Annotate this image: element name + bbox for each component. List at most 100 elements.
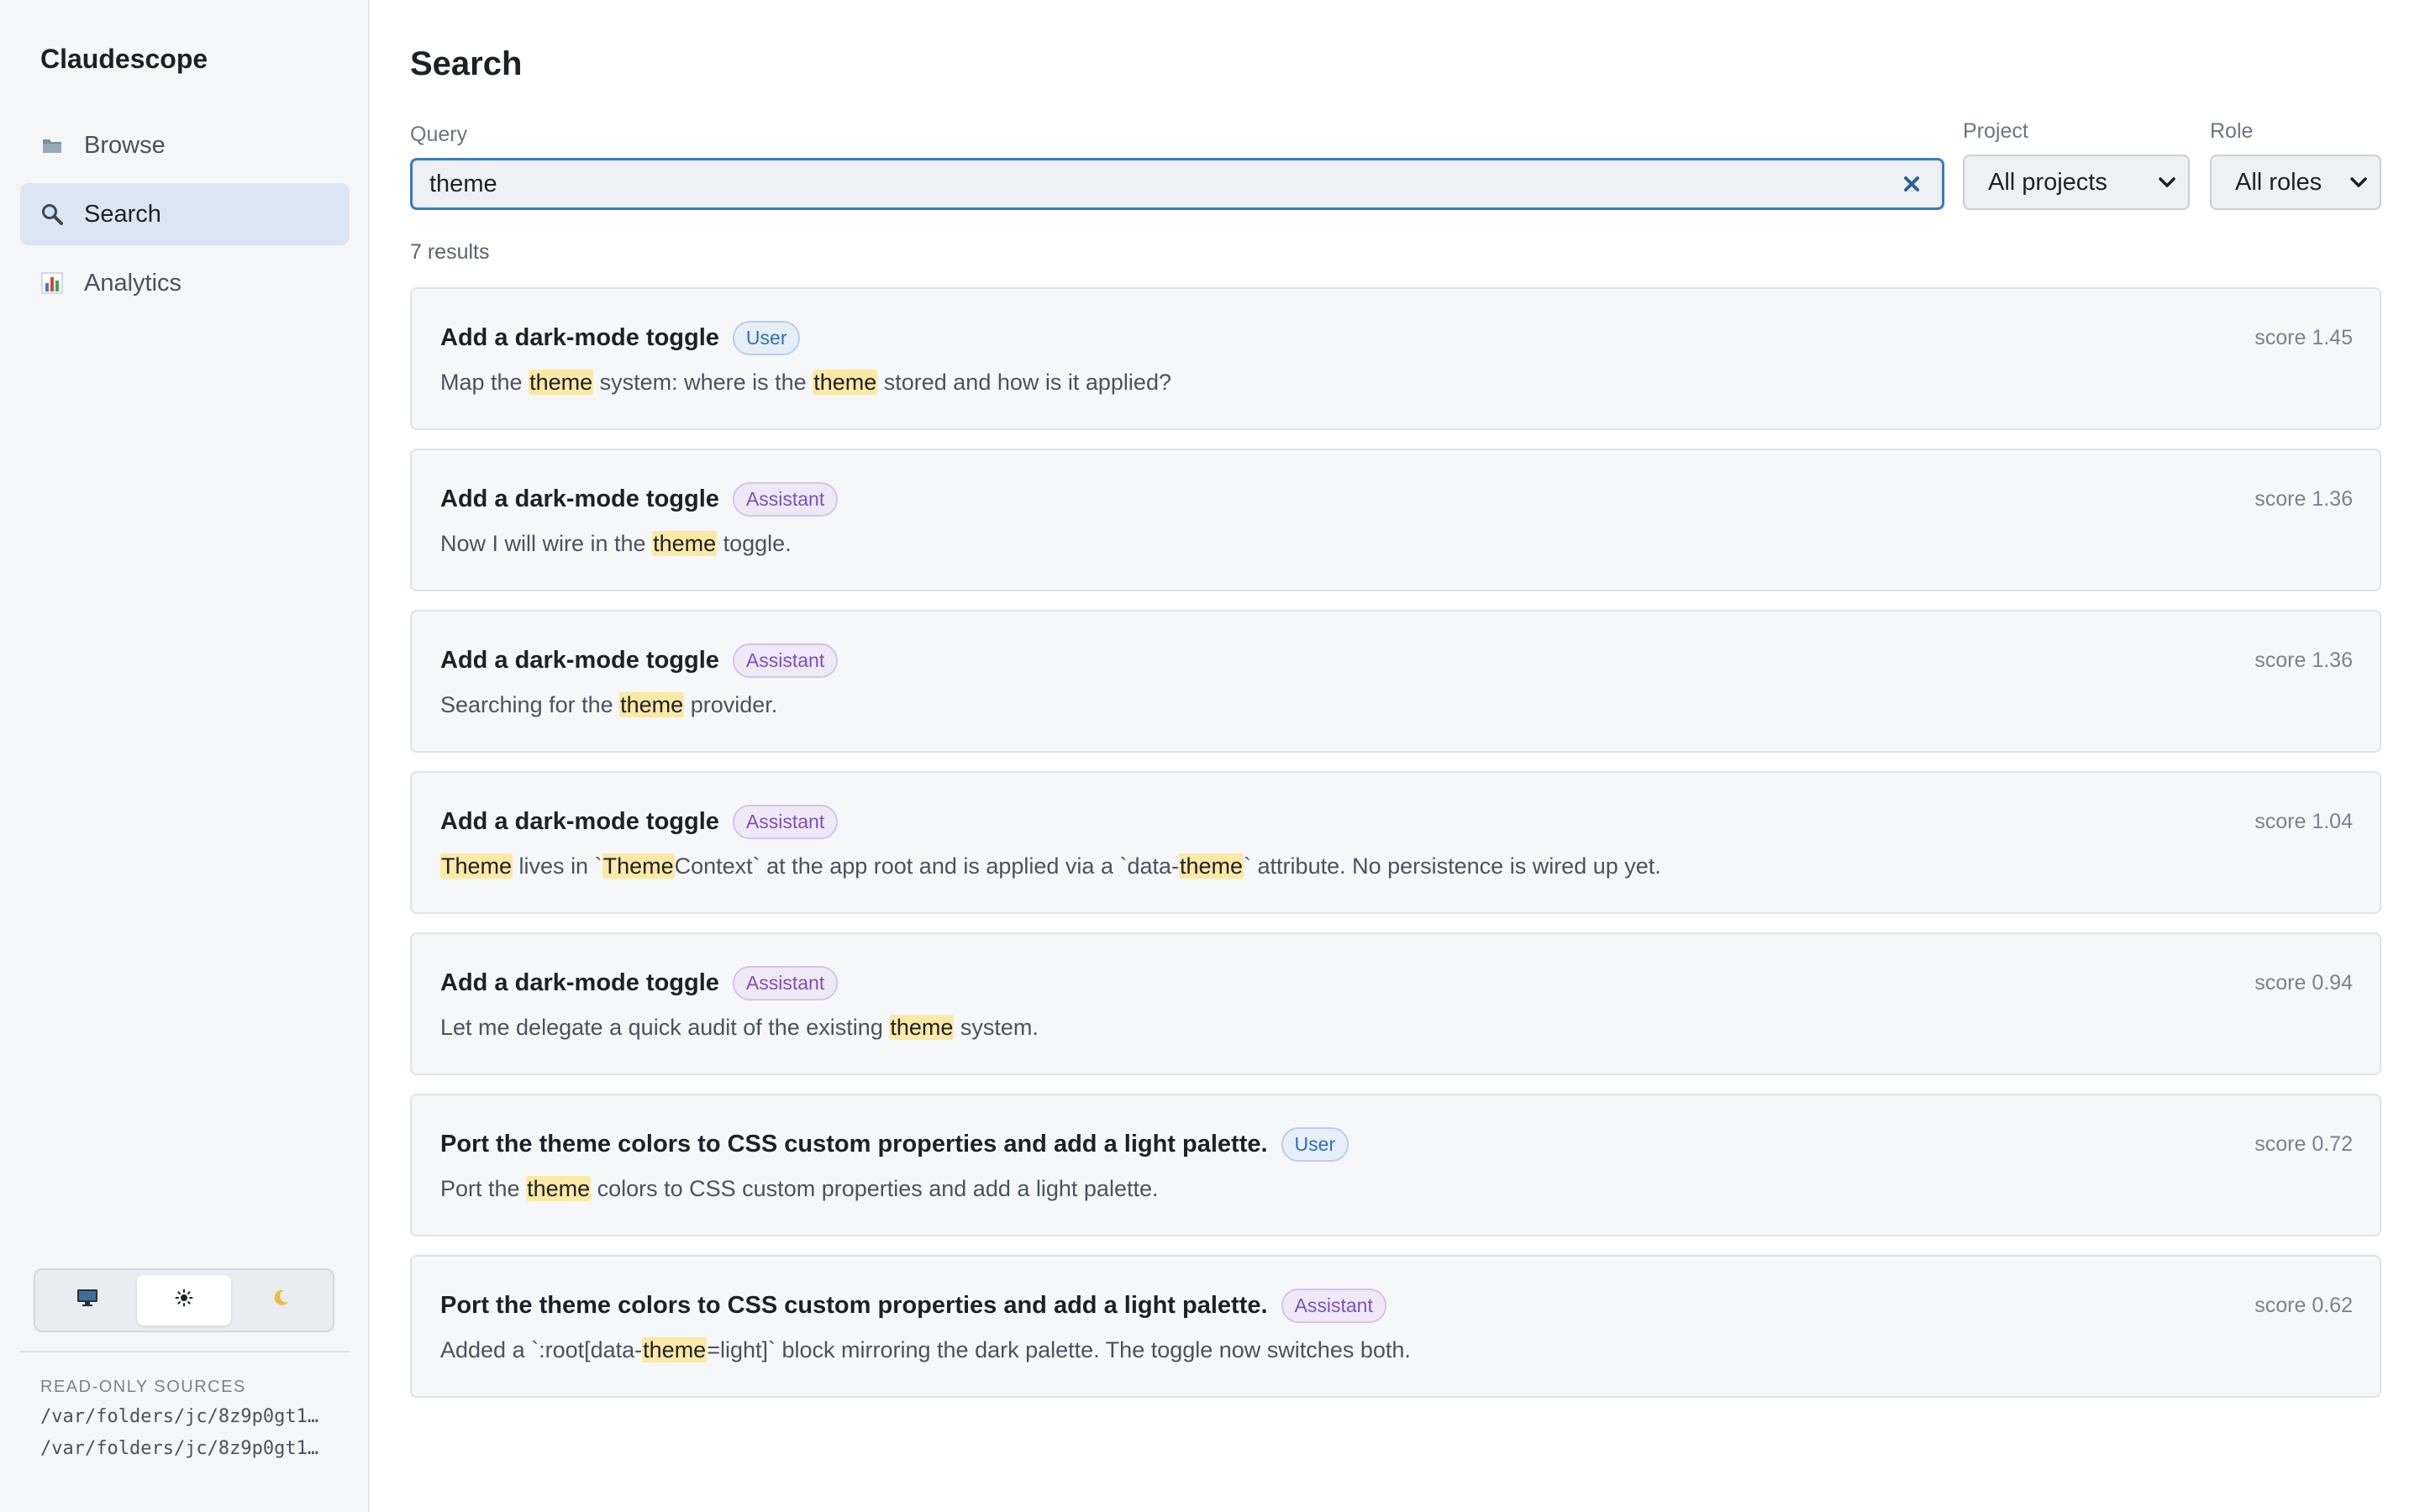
match-highlight: theme	[652, 531, 718, 556]
role-badge: Assistant	[732, 804, 839, 839]
match-highlight: theme	[889, 1015, 955, 1040]
snippet-text: lives in `	[513, 853, 602, 879]
theme-switcher	[34, 1268, 334, 1332]
snippet-text: toggle.	[717, 531, 792, 556]
result-header: Add a dark-mode toggle Assistant	[440, 481, 2353, 517]
snippet-text: Map the	[440, 370, 529, 395]
query-field	[410, 158, 1944, 210]
theme-light-button[interactable]	[137, 1275, 231, 1326]
snippet-text: Context` at the app root and is applied …	[674, 853, 1179, 879]
snippet-text: stored and how is it applied?	[877, 370, 1171, 395]
snippet-text: Port the	[440, 1176, 527, 1201]
monitor-icon	[76, 1289, 98, 1313]
result-card[interactable]: Add a dark-mode toggle Assistant score 1.3…	[410, 449, 2381, 591]
result-header: Add a dark-mode toggle Assistant	[440, 643, 2353, 678]
page-title: Search	[410, 45, 523, 82]
source-path: /var/folders/jc/8z9p0gt1…	[40, 1438, 319, 1459]
role-badge: Assistant	[1281, 1288, 1386, 1323]
role-select-value: All roles	[2235, 168, 2323, 196]
role-badge: User	[1281, 1126, 1349, 1162]
result-title: Add a dark-mode toggle	[440, 969, 719, 996]
sidebar-item-search[interactable]: Search	[20, 183, 350, 245]
result-score: score 0.72	[2254, 1132, 2353, 1156]
chevron-down-icon	[2159, 177, 2175, 187]
snippet-text: system: where is the	[593, 370, 813, 395]
results-count: 7 results	[410, 240, 490, 264]
result-score: score 1.45	[2254, 326, 2353, 349]
result-header: Add a dark-mode toggle User	[440, 320, 2353, 355]
main-content: Search Query Project All projects Role A…	[370, 0, 2420, 1512]
sidebar: Claudescope Browse Search Analytics READ…	[0, 0, 370, 1512]
snippet-text: Searching for the	[440, 692, 620, 717]
sidebar-item-analytics[interactable]: Analytics	[20, 252, 350, 314]
project-select[interactable]: All projects	[1963, 155, 2190, 210]
role-badge: Assistant	[732, 965, 839, 1000]
result-card[interactable]: Port the theme colors to CSS custom prop…	[410, 1255, 2381, 1398]
result-score: score 1.36	[2254, 487, 2353, 511]
search-icon	[40, 202, 64, 226]
result-score: score 0.94	[2254, 971, 2353, 995]
snippet-text: Now I will wire in the	[440, 531, 653, 556]
match-highlight: theme	[619, 692, 685, 717]
snippet-text: =light]` block mirroring the dark palett…	[707, 1337, 1411, 1362]
app-title: Claudescope	[40, 44, 208, 74]
match-highlight: theme	[1179, 853, 1244, 879]
sidebar-item-label: Search	[84, 200, 161, 228]
result-snippet: Theme lives in `ThemeContext` at the app…	[440, 853, 2353, 879]
result-snippet: Searching for the theme provider.	[440, 692, 2353, 718]
result-title: Add a dark-mode toggle	[440, 323, 719, 351]
role-badge: Assistant	[732, 481, 839, 517]
result-snippet: Now I will wire in the theme toggle.	[440, 531, 2353, 557]
result-card[interactable]: Port the theme colors to CSS custom prop…	[410, 1094, 2381, 1236]
result-title: Add a dark-mode toggle	[440, 646, 719, 674]
result-score: score 0.62	[2254, 1294, 2353, 1317]
result-header: Add a dark-mode toggle Assistant	[440, 965, 2353, 1000]
theme-dark-button[interactable]	[234, 1275, 328, 1326]
folder-icon	[40, 134, 64, 157]
result-snippet: Let me delegate a quick audit of the exi…	[440, 1015, 2353, 1041]
clear-search-button[interactable]	[1898, 171, 1925, 197]
sidebar-item-label: Browse	[84, 131, 166, 159]
result-score: score 1.36	[2254, 648, 2353, 672]
result-card[interactable]: Add a dark-mode toggle Assistant score 1.0…	[410, 771, 2381, 914]
snippet-text: colors to CSS custom properties and add …	[591, 1176, 1159, 1201]
results-list: Add a dark-mode toggle User score 1.45 Map …	[410, 287, 2381, 1416]
role-badge: Assistant	[732, 643, 839, 678]
snippet-text: Added a `:root[data-	[440, 1337, 643, 1362]
role-select[interactable]: All roles	[2210, 155, 2381, 210]
project-select-value: All projects	[1988, 168, 2107, 196]
close-icon	[1904, 176, 1919, 192]
snippet-text: provider.	[684, 692, 778, 717]
result-score: score 1.04	[2254, 810, 2353, 833]
result-snippet: Added a `:root[data-theme=light]` block …	[440, 1337, 2353, 1363]
theme-system-button[interactable]	[40, 1275, 134, 1326]
snippet-text: Let me delegate a quick audit of the exi…	[440, 1015, 890, 1040]
result-card[interactable]: Add a dark-mode toggle User score 1.45 Map …	[410, 287, 2381, 430]
chevron-down-icon	[2350, 177, 2367, 187]
match-highlight: theme	[529, 370, 594, 395]
role-label: Role	[2210, 119, 2254, 143]
match-highlight: theme	[642, 1337, 708, 1362]
result-header: Port the theme colors to CSS custom prop…	[440, 1126, 2353, 1162]
sidebar-item-label: Analytics	[84, 269, 182, 297]
snippet-text: ` attribute. No persistence is wired up …	[1244, 853, 1661, 879]
match-highlight: Theme	[602, 853, 675, 879]
result-title: Add a dark-mode toggle	[440, 485, 719, 512]
result-title: Port the theme colors to CSS custom prop…	[440, 1291, 1268, 1319]
query-label: Query	[410, 123, 468, 146]
sidebar-item-browse[interactable]: Browse	[20, 114, 350, 176]
result-card[interactable]: Add a dark-mode toggle Assistant score 0.9…	[410, 932, 2381, 1075]
sources-label: READ-ONLY SOURCES	[40, 1378, 246, 1396]
match-highlight: Theme	[440, 853, 513, 879]
result-snippet: Map the theme system: where is the theme…	[440, 370, 2353, 396]
bar-chart-icon	[40, 271, 64, 295]
match-highlight: theme	[813, 370, 878, 395]
result-title: Port the theme colors to CSS custom prop…	[440, 1130, 1268, 1158]
result-card[interactable]: Add a dark-mode toggle Assistant score 1.3…	[410, 610, 2381, 753]
sun-icon	[175, 1289, 193, 1313]
result-header: Add a dark-mode toggle Assistant	[440, 804, 2353, 839]
sidebar-divider	[20, 1351, 350, 1352]
result-header: Port the theme colors to CSS custom prop…	[440, 1288, 2353, 1323]
search-input[interactable]	[429, 170, 1898, 198]
project-label: Project	[1963, 119, 2028, 143]
